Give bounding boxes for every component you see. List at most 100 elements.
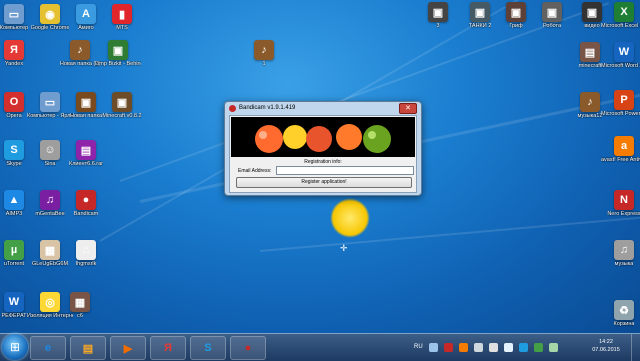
desktop-icon-computer[interactable]: ▭ Компьютер xyxy=(0,4,34,31)
music12-icon: ♪ xyxy=(580,92,600,112)
desktop-icon-mts[interactable]: ▮ MTS xyxy=(102,4,142,31)
desktop-icon-yandex[interactable]: Я Yandex xyxy=(0,40,34,67)
system-tray: RU xyxy=(414,338,558,356)
desktop-icon-newfolder2[interactable]: ♪ Новая папка (2) xyxy=(60,40,100,67)
network-icon[interactable] xyxy=(473,342,483,352)
desktop-icon-zhenya[interactable]: ☺ Sina xyxy=(30,140,70,167)
desktop-icon-img1[interactable]: ▦ GLeUgEbG6M xyxy=(30,240,70,267)
close-button[interactable]: ✕ xyxy=(399,103,417,114)
desktop-icon-label: Bandicam xyxy=(73,211,99,217)
start-button[interactable]: ⊞ xyxy=(2,334,28,360)
bandicam-dialog: Bandicam v1.9.1.419 ✕ Registration info:… xyxy=(224,101,422,196)
taskbar-ie[interactable]: e xyxy=(30,336,66,360)
desktop-icon-recycle[interactable]: ♻ Корзина xyxy=(604,300,640,327)
taskbar-explorer[interactable]: ▤ xyxy=(70,336,106,360)
flag-icon[interactable] xyxy=(503,342,513,352)
chrome-icon: ◉ xyxy=(40,4,60,24)
referat-icon: W xyxy=(4,292,24,312)
amigo-icon: A xyxy=(76,4,96,24)
music-icon: ♫ xyxy=(614,240,634,260)
avast-icon: a xyxy=(614,136,634,156)
mouse-cursor: ✛ xyxy=(340,243,348,253)
nero-icon: N xyxy=(614,190,634,210)
newfolder-icon: ▣ xyxy=(76,92,96,112)
taskbar-yandex[interactable]: Я xyxy=(150,336,186,360)
minecraft-launcher-icon: ▣ xyxy=(112,92,132,112)
desktop-icon-label: Гриф xyxy=(509,23,523,29)
desktop-icon-label: Opera xyxy=(6,113,22,119)
desktop-icon-tanki[interactable]: ▣ ТАНКИ 2 xyxy=(460,2,500,29)
desktop-icon-label: Sina xyxy=(44,161,56,167)
language-indicator[interactable]: RU xyxy=(414,344,423,350)
show-desktop-button[interactable] xyxy=(631,334,640,361)
desktop-icon-avast[interactable]: aavast! Free Antivirus xyxy=(601,136,640,163)
photo-icon: ▦ xyxy=(70,292,90,312)
clock[interactable]: 14:22 07.06.2015 xyxy=(586,338,626,354)
clock-date: 07.06.2015 xyxy=(592,347,620,353)
desktop-icon-excel[interactable]: XMicrosoft Excel 2010 xyxy=(601,2,640,29)
desktop-icon-mp3[interactable]: ♫ mGentaBee xyxy=(30,190,70,217)
email-field[interactable] xyxy=(276,166,414,175)
desktop-icon-robot[interactable]: ▣ Робота xyxy=(532,2,572,29)
desktop-icon-label: Skype xyxy=(6,161,22,167)
desktop-icon-limpbizkit[interactable]: ▣Limp Bizkit - Behind Blu... xyxy=(95,40,141,67)
desktop-icon-newfolder[interactable]: ▣ Новая папка xyxy=(66,92,106,119)
desktop-icon-label: Minecraft.v0.8.2 xyxy=(102,113,142,119)
desktop-icon-label: Клиент6.6.rar xyxy=(69,161,103,167)
desktop-icon-music[interactable]: ♫ музыка xyxy=(604,240,640,267)
bandicam-tray-icon[interactable] xyxy=(443,342,453,352)
desktop-icon-label: ТАНКИ 2 xyxy=(468,23,492,29)
desktop-icon-computer-link[interactable]: ▭ Компьютер - Ярлык xyxy=(27,92,73,119)
desktop-icon-label: Microsoft Excel 2010 xyxy=(601,23,640,29)
desktop-icon-label: Компьютер xyxy=(0,25,29,31)
desktop-icon-3[interactable]: ▣ 3 xyxy=(418,2,458,29)
notification-arrow-icon[interactable] xyxy=(428,342,438,352)
bandicam-icon: ● xyxy=(76,190,96,210)
desktop-icon-skype[interactable]: S Skype xyxy=(0,140,34,167)
bandicam-icon: ● xyxy=(244,342,252,354)
taskbar-skype[interactable]: S xyxy=(190,336,226,360)
desktop-icon-hat[interactable]: ⌂ Ihgmsrlk xyxy=(66,240,106,267)
desktop-icon-label: uTorrent xyxy=(3,261,25,267)
battery-icon[interactable] xyxy=(548,342,558,352)
desktop-icon-aimp[interactable]: ▲ AIMP3 xyxy=(0,190,34,217)
desktop-icon-label: музыка xyxy=(614,261,634,267)
desktop-icon-label: mGentaBee xyxy=(35,211,65,217)
desktop-icon-utorrent[interactable]: µ uTorrent xyxy=(0,240,34,267)
windows-logo-icon: ⊞ xyxy=(9,340,21,354)
avast-tray-icon[interactable] xyxy=(458,342,468,352)
desktop-icon-client[interactable]: ▤ Клиент6.6.rar xyxy=(66,140,106,167)
volume-icon[interactable] xyxy=(488,342,498,352)
client-icon: ▤ xyxy=(76,140,96,160)
desktop-icon-nero[interactable]: N Nero Express xyxy=(604,190,640,217)
robot-icon: ▣ xyxy=(542,2,562,22)
utorrent-icon: µ xyxy=(4,240,24,260)
dialog-titlebar[interactable]: Bandicam v1.9.1.419 xyxy=(229,103,295,113)
taskbar-mediaplayer[interactable]: ▶ xyxy=(110,336,146,360)
desktop-icon-chrome[interactable]: ◉ Google Chrome xyxy=(30,4,70,31)
desktop-icon-file-1[interactable]: ♪ 1 xyxy=(244,40,284,67)
desktop-icon-powerpoint[interactable]: PMicrosoft PowerPoi... xyxy=(601,90,640,117)
desktop-icon-word[interactable]: WMicrosoft Word 2010 xyxy=(601,42,640,69)
lollipop-icon: ◎ xyxy=(40,292,60,312)
skype-tray-icon[interactable] xyxy=(518,342,528,352)
powerpoint-icon: P xyxy=(614,90,634,110)
dialog-body: Registration info: Email Address: Regist… xyxy=(229,115,417,193)
taskbar-bandicam[interactable]: ● xyxy=(230,336,266,360)
bandicam-banner xyxy=(231,117,415,157)
desktop-icon-bandicam[interactable]: ● Bandicam xyxy=(66,190,106,217)
desktop-icon-grif[interactable]: ▣ Гриф xyxy=(496,2,536,29)
newfolder2-icon: ♪ xyxy=(70,40,90,60)
desktop-icon-amigo[interactable]: A Амиго xyxy=(66,4,106,31)
utorrent-tray-icon[interactable] xyxy=(533,342,543,352)
recycle-icon: ♻ xyxy=(614,300,634,320)
desktop-icon-label: Limp Bizkit - Behind Blu... xyxy=(95,61,141,67)
excel-icon: X xyxy=(614,2,634,22)
register-button[interactable]: Register application! xyxy=(236,177,412,188)
desktop-icon-photo[interactable]: ▦ с6 xyxy=(60,292,100,319)
desktop-icon-minecraft-launcher[interactable]: ▣ Minecraft.v0.8.2 xyxy=(102,92,142,119)
desktop-icon-label: музыка12 xyxy=(577,113,603,119)
yandex-icon: Я xyxy=(4,40,24,60)
clock-time: 14:22 xyxy=(599,339,613,345)
skype-icon: S xyxy=(4,140,24,160)
